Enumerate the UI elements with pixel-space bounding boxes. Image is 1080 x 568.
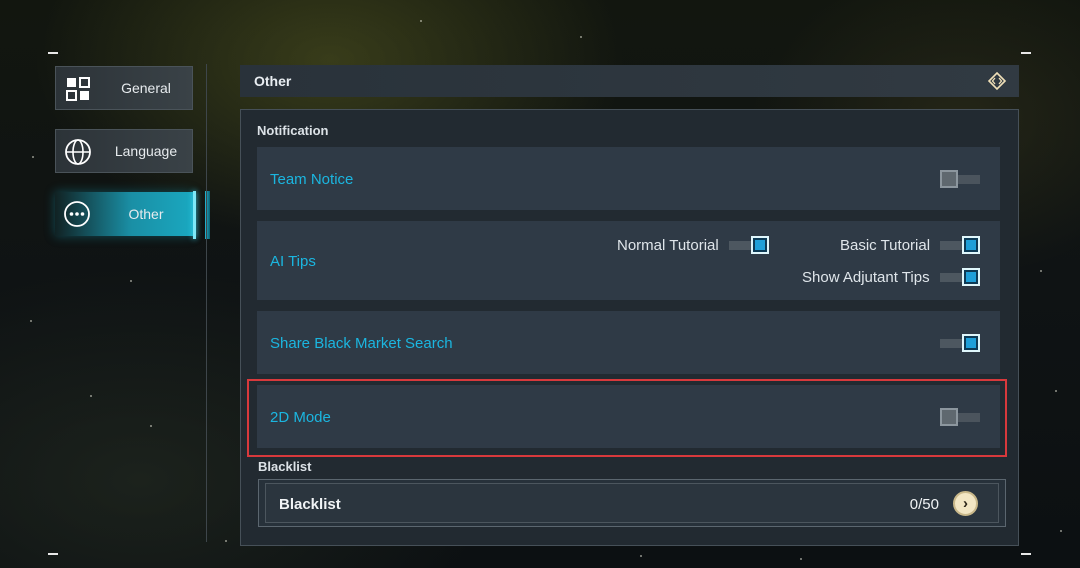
share-black-market-toggle[interactable] bbox=[940, 334, 980, 352]
sidebar-item-label: General bbox=[121, 80, 171, 96]
ai-tips-label: AI Tips bbox=[270, 253, 316, 270]
team-notice-toggle[interactable] bbox=[940, 170, 980, 188]
frame-corner-bl bbox=[48, 553, 58, 555]
basic-tutorial-toggle[interactable] bbox=[940, 236, 980, 254]
highlight-box bbox=[247, 379, 1007, 457]
chevron-right-icon[interactable]: › bbox=[953, 491, 978, 516]
sidebar-item-general[interactable]: General bbox=[55, 66, 193, 110]
blacklist-name: Blacklist bbox=[279, 496, 341, 513]
notification-section-label: Notification bbox=[257, 123, 329, 138]
frame-corner-tr bbox=[1021, 52, 1031, 54]
show-adjutant-tips-label: Show Adjutant Tips bbox=[802, 269, 930, 286]
page-title: Other bbox=[254, 73, 292, 89]
frame-corner-tl bbox=[48, 52, 58, 54]
basic-tutorial-label: Basic Tutorial bbox=[840, 237, 931, 254]
share-black-market-label: Share Black Market Search bbox=[270, 335, 453, 352]
normal-tutorial-label: Normal Tutorial bbox=[617, 237, 719, 254]
sidebar-item-label: Language bbox=[114, 143, 178, 159]
grid-icon bbox=[66, 77, 90, 101]
blacklist-section-label: Blacklist bbox=[258, 459, 312, 474]
share-black-market-row: Share Black Market Search bbox=[257, 311, 1000, 374]
active-indicator bbox=[193, 191, 196, 239]
blacklist-count: 0/50 bbox=[909, 496, 939, 513]
blacklist-entry[interactable]: Blacklist 0/50 › bbox=[258, 479, 1006, 527]
sidebar-item-label: Other bbox=[128, 206, 164, 222]
diamond-code-icon[interactable] bbox=[987, 71, 1007, 91]
normal-tutorial-toggle[interactable] bbox=[729, 236, 769, 254]
sidebar-item-language[interactable]: Language bbox=[55, 129, 193, 173]
team-notice-row: Team Notice bbox=[257, 147, 1000, 210]
frame-corner-br bbox=[1021, 553, 1031, 555]
sidebar-item-other[interactable]: Other bbox=[55, 192, 193, 236]
page-header: Other bbox=[240, 65, 1019, 97]
ai-tips-row: AI Tips Normal Tutorial Basic Tutorial S… bbox=[257, 221, 1000, 300]
more-dots-icon bbox=[64, 201, 90, 227]
globe-icon bbox=[65, 139, 91, 165]
show-adjutant-tips-toggle[interactable] bbox=[940, 268, 980, 286]
team-notice-label: Team Notice bbox=[270, 171, 354, 188]
sidebar-divider bbox=[206, 64, 207, 542]
